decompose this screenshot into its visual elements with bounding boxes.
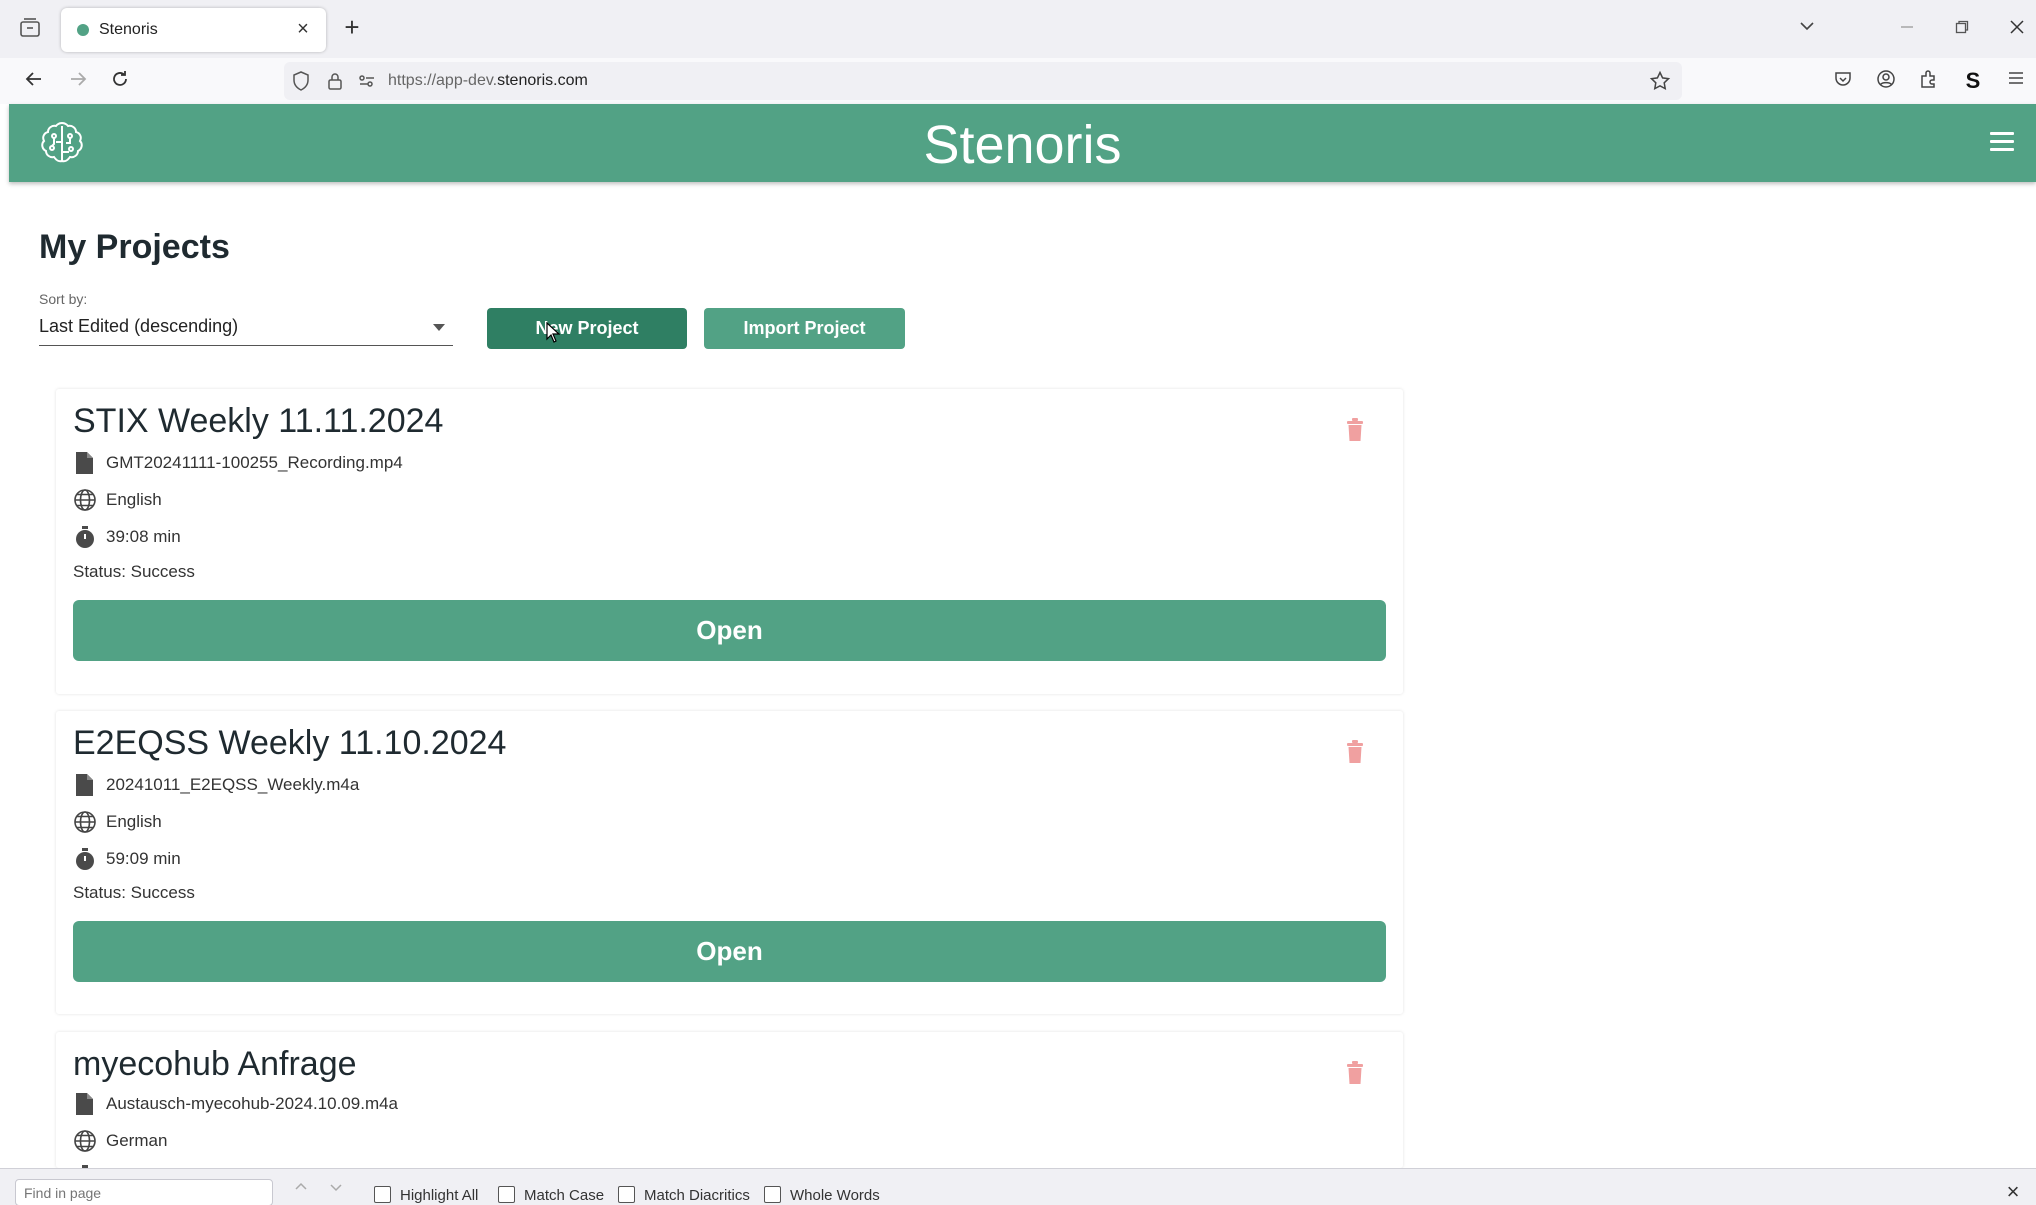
project-title: STIX Weekly 11.11.2024 [73,402,444,440]
file-icon [73,1092,97,1116]
project-title: E2EQSS Weekly 11.10.2024 [73,724,507,762]
stopwatch-icon [73,847,97,871]
account-icon[interactable] [1873,68,1899,94]
pocket-icon[interactable] [1830,68,1856,94]
delete-trash-icon[interactable] [1345,417,1365,443]
find-next-icon[interactable] [325,1179,347,1201]
project-card: E2EQSS Weekly 11.10.2024 20241011_E2EQSS… [56,711,1403,1014]
checkbox-box[interactable] [764,1186,781,1203]
file-name: GMT20241111-100255_Recording.mp4 [106,453,403,472]
bookmark-star-icon[interactable] [1649,70,1671,92]
language-text: German [106,1131,168,1150]
find-in-page-input[interactable] [15,1179,273,1205]
browser-tab-stenoris[interactable]: Stenoris × [61,8,326,52]
browser-nav-bar: https://app-dev.stenoris.com S [0,58,2036,104]
globe-icon [73,810,97,834]
duration-text: 59:09 min [106,849,181,868]
caret-down-icon [433,324,445,331]
mouse-pointer-icon [546,321,561,344]
sort-select[interactable]: Last Edited (descending) [39,312,453,346]
browser-menu-icon[interactable] [2003,68,2029,94]
lock-icon[interactable] [324,70,346,92]
checkbox-box[interactable] [498,1186,515,1203]
find-previous-icon[interactable] [290,1179,312,1201]
browser-tab-strip: Stenoris × + [0,0,2036,58]
globe-icon [73,1129,97,1153]
project-card: myecohub Anfrage Austausch-myecohub-2024… [56,1032,1403,1168]
app-menu-icon[interactable] [1990,132,2014,152]
duration-text: 39:08 min [106,527,181,546]
import-project-button[interactable]: Import Project [704,308,905,349]
close-window-icon[interactable] [2002,14,2032,44]
shield-icon[interactable] [290,70,312,92]
new-project-button[interactable]: New Project [487,308,687,349]
file-name: Austausch-myecohub-2024.10.09.m4a [106,1094,399,1113]
app-title: Stenoris [923,115,1122,175]
language-text: English [106,490,162,509]
file-icon [73,451,97,475]
checkbox-box[interactable] [618,1186,635,1203]
match-diacritics-label: Match Diacritics [644,1187,750,1204]
stenoris-favicon-icon [77,24,89,36]
delete-trash-icon[interactable] [1345,739,1365,765]
status-text: Status: Success [73,562,195,581]
open-project-button[interactable]: Open [73,600,1386,661]
checkbox-box[interactable] [374,1186,391,1203]
match-case-label: Match Case [524,1187,605,1204]
permissions-icon[interactable] [356,70,378,92]
extensions-icon[interactable] [1916,68,1942,94]
address-bar[interactable]: https://app-dev.stenoris.com [284,62,1682,100]
tab-title: Stenoris [99,21,158,38]
app-header: Stenoris [9,104,2036,182]
stopwatch-icon [73,525,97,549]
list-all-tabs-icon[interactable] [1792,14,1822,44]
open-project-button[interactable]: Open [73,921,1386,982]
tab-overview-icon[interactable] [18,16,42,40]
minimize-window-icon[interactable] [1892,14,1922,44]
delete-trash-icon[interactable] [1345,1060,1365,1086]
sort-value: Last Edited (descending) [39,316,239,336]
stenoris-extension-icon[interactable]: S [1960,68,1986,94]
new-tab-icon[interactable]: + [340,14,364,40]
close-tab-icon[interactable]: × [292,18,314,40]
sort-label: Sort by: [39,291,88,307]
find-bar: Highlight All Match Case Match Diacritic… [0,1168,2036,1205]
project-card: STIX Weekly 11.11.2024 GMT20241111-10025… [56,389,1403,694]
restore-window-icon[interactable] [1947,14,1977,44]
language-text: English [106,812,162,831]
highlight-all-label: Highlight All [400,1187,479,1204]
file-name: 20241011_E2EQSS_Weekly.m4a [106,775,360,794]
close-find-bar-icon[interactable]: × [2002,1181,2024,1203]
page-title: My Projects [39,228,230,266]
reload-icon[interactable] [107,68,133,94]
whole-words-label: Whole Words [790,1187,880,1204]
project-title: myecohub Anfrage [73,1045,357,1083]
globe-icon [73,488,97,512]
file-icon [73,773,97,797]
forward-arrow-icon[interactable] [65,68,91,94]
back-arrow-icon[interactable] [21,68,47,94]
url-text[interactable]: https://app-dev.stenoris.com [388,72,588,90]
status-text: Status: Success [73,883,195,902]
